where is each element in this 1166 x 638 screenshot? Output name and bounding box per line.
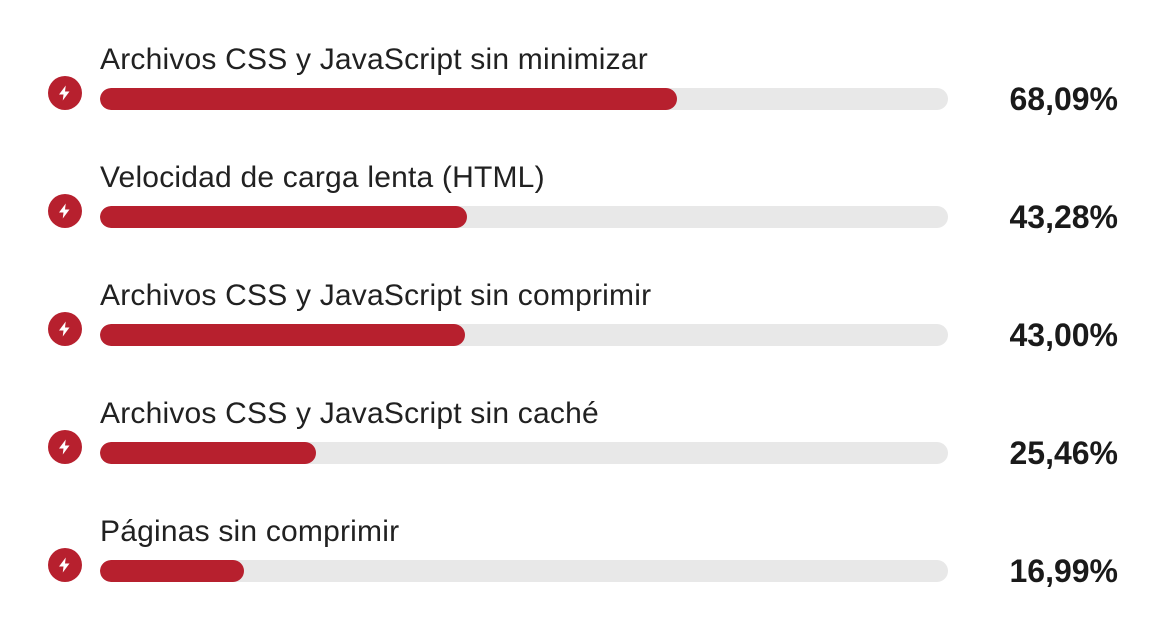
bolt-icon [48,312,82,346]
bar-fill [100,442,316,464]
bar-value: 16,99% [948,560,1118,582]
bar-track [100,88,948,110]
bar-fill [100,88,677,110]
bar-fill [100,206,467,228]
bar-label: Páginas sin comprimir [100,515,948,548]
bolt-icon [48,194,82,228]
bolt-icon [48,430,82,464]
bar-track [100,560,948,582]
chart-row: Archivos CSS y JavaScript sin caché 25,4… [48,394,1118,464]
chart-row: Velocidad de carga lenta (HTML) 43,28% [48,158,1118,228]
bar-value: 43,28% [948,206,1118,228]
bar-label: Velocidad de carga lenta (HTML) [100,161,948,194]
bar-track [100,206,948,228]
bar-value: 25,46% [948,442,1118,464]
bar-fill [100,560,244,582]
bar-label: Archivos CSS y JavaScript sin minimizar [100,43,948,76]
performance-issues-chart: Archivos CSS y JavaScript sin minimizar … [0,0,1166,622]
chart-row: Archivos CSS y JavaScript sin comprimir … [48,276,1118,346]
bar-track [100,442,948,464]
bolt-icon [48,548,82,582]
bar-fill [100,324,465,346]
bolt-icon [48,76,82,110]
chart-row: Páginas sin comprimir 16,99% [48,512,1118,582]
bar-track [100,324,948,346]
bar-label: Archivos CSS y JavaScript sin caché [100,397,948,430]
chart-row: Archivos CSS y JavaScript sin minimizar … [48,40,1118,110]
bar-label: Archivos CSS y JavaScript sin comprimir [100,279,948,312]
bar-value: 68,09% [948,88,1118,110]
bar-value: 43,00% [948,324,1118,346]
